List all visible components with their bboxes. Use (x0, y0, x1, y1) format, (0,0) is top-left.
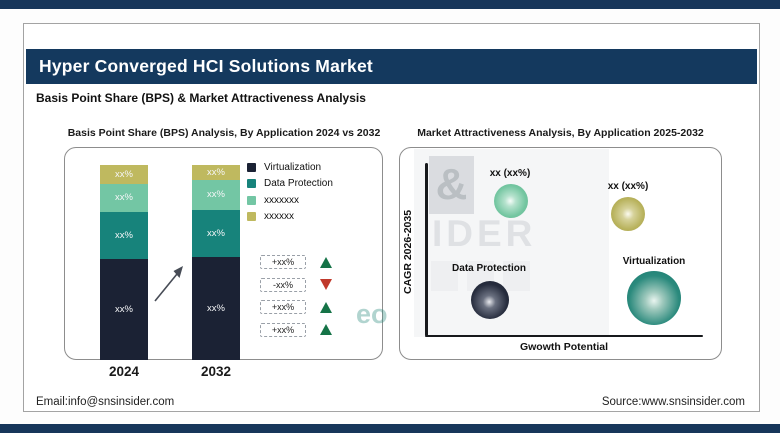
legend-label: Data Protection (264, 178, 333, 189)
report-card: Hyper Converged HCI Solutions Market Bas… (23, 23, 760, 412)
page-subtitle: Basis Point Share (BPS) & Market Attract… (36, 91, 366, 105)
legend-label: Virtualization (264, 161, 322, 173)
segment-value: xx% (115, 168, 133, 180)
legend-item-placeholder-1: xxxxxxx (247, 194, 333, 206)
x-tick-2024: 2024 (108, 364, 140, 379)
bubble-olive (611, 196, 646, 231)
legend-item-virtualization: Virtualization (247, 161, 333, 173)
bubble-label-data-protection: Data Protection (452, 263, 526, 274)
top-accent-bar (0, 0, 780, 9)
legend-swatch-olive (247, 212, 256, 221)
bar-segment: xx% (100, 258, 148, 360)
attractiveness-chart: CAGR 2026-2035 Gwowth Potential xx (xx%)… (399, 147, 722, 360)
bottom-accent-bar (0, 424, 780, 433)
y-axis-label: CAGR 2026-2035 (402, 209, 414, 295)
change-badge-row: +xx% (260, 255, 332, 269)
segment-value: xx% (115, 192, 133, 204)
bar-segment: xx% (192, 179, 240, 210)
segment-value: xx% (207, 166, 225, 178)
stacked-bar-2032: xx% xx% xx% xx% (192, 165, 240, 360)
change-badge-value: +xx% (260, 322, 306, 337)
bar-segment: xx% (100, 165, 148, 184)
x-axis-label: Gwowth Potential (519, 341, 609, 353)
x-tick-2032: 2032 (200, 364, 232, 379)
bps-chart-title: Basis Point Share (BPS) Analysis, By App… (67, 127, 381, 139)
trend-down-icon (320, 279, 332, 290)
bps-chart: xx% xx% xx% xx% xx% xx% xx% xx% Virtuali… (64, 147, 383, 360)
bps-change-badges: +xx% -xx% +xx% +xx% (260, 255, 332, 345)
legend-swatch-teal (247, 179, 256, 188)
legend-item-data-protection: Data Protection (247, 178, 333, 189)
segment-value: xx% (207, 189, 225, 201)
bar-segment: xx% (192, 165, 240, 180)
infographic-root: Hyper Converged HCI Solutions Market Bas… (0, 0, 780, 433)
change-badge-row: +xx% (260, 322, 332, 337)
trend-up-icon (320, 301, 332, 313)
bar-segment: xx% (100, 183, 148, 212)
change-badge-row: -xx% (260, 277, 332, 292)
change-badge-value: -xx% (260, 277, 306, 292)
bubble-label-seafoam: xx (xx%) (489, 168, 531, 179)
trend-up-icon (320, 324, 332, 335)
bubble-label-virtualization: Virtualization (622, 256, 686, 267)
legend-swatch-navy (247, 162, 256, 172)
segment-value: xx% (207, 302, 225, 314)
legend-item-placeholder-2: xxxxxx (247, 211, 333, 222)
stacked-bar-2024: xx% xx% xx% xx% (100, 165, 148, 360)
legend-label: xxxxxx (264, 211, 294, 222)
bubble-data-protection (470, 280, 509, 319)
growth-arrow-icon (154, 266, 183, 302)
bar-segment: xx% (192, 256, 240, 360)
segment-value: xx% (115, 303, 133, 315)
attractiveness-chart-title: Market Attractiveness Analysis, By Appli… (417, 127, 704, 139)
x-axis-line (425, 334, 703, 338)
bar-segment: xx% (100, 211, 148, 259)
segment-value: xx% (115, 229, 133, 241)
bubble-label-olive: xx (xx%) (607, 181, 649, 192)
segment-value: xx% (207, 227, 225, 239)
bubble-seafoam (493, 183, 528, 218)
legend-label: xxxxxxx (264, 194, 299, 206)
trend-up-icon (320, 256, 332, 268)
footer-email: Email:info@snsinsider.com (36, 396, 175, 408)
bps-legend: Virtualization Data Protection xxxxxxx x… (247, 162, 333, 228)
bubble-virtualization (627, 270, 682, 325)
change-badge-value: +xx% (260, 300, 306, 314)
legend-swatch-seafoam (247, 195, 256, 205)
change-badge-value: +xx% (260, 255, 306, 269)
title-banner: Hyper Converged HCI Solutions Market (26, 49, 757, 84)
bar-segment: xx% (192, 209, 240, 257)
change-badge-row: +xx% (260, 300, 332, 314)
footer-source: Source:www.snsinsider.com (601, 396, 745, 408)
page-title: Hyper Converged HCI Solutions Market (39, 56, 373, 76)
y-axis-line (425, 163, 428, 336)
